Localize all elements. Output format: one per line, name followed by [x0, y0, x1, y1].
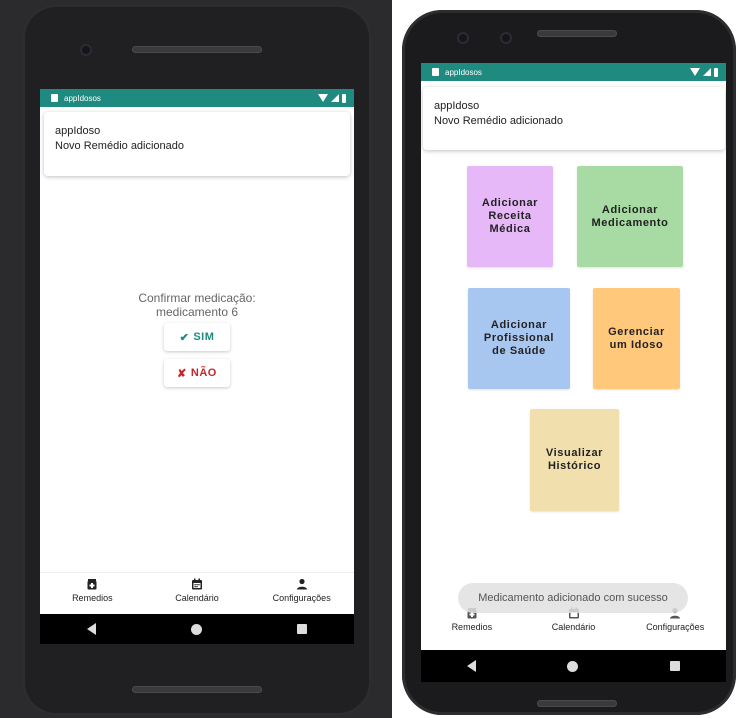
top-speaker	[537, 30, 617, 37]
home-icon[interactable]	[190, 623, 202, 635]
tile-label-receita: Adicionar Receita Médica	[481, 197, 539, 235]
notification-title: appIdoso	[434, 100, 480, 112]
recents-icon[interactable]	[296, 624, 307, 634]
notification-card[interactable]: appIdoso Novo Remédio adicionado	[423, 87, 725, 150]
nav-label-remedios: Remedios	[72, 593, 113, 603]
front-camera	[80, 44, 92, 56]
nav-label-configuracoes: Configurações	[646, 622, 705, 632]
app-icon	[51, 94, 58, 102]
confirm-line1: Confirmar medicação:	[138, 291, 256, 305]
tile-label-profissional: Adicionar Profissional de Saúde	[483, 319, 555, 357]
signal-icon	[703, 68, 711, 76]
tile-manage-elder[interactable]: Gerenciar um Idoso	[593, 288, 680, 389]
wifi-icon	[318, 94, 328, 102]
nav-remedios[interactable]: Remedios	[421, 607, 523, 650]
nav-calendario[interactable]: Calendário	[145, 578, 250, 614]
nav-label-calendario: Calendário	[175, 593, 219, 603]
screen-right: appIdosos appIdoso Novo Remédio adiciona…	[421, 63, 726, 650]
recents-icon[interactable]	[670, 661, 681, 671]
signal-icon	[331, 94, 339, 102]
calendar-icon	[192, 578, 202, 590]
confirm-no-label: NÃO	[190, 367, 217, 379]
confirm-line2: medicamento 6	[155, 305, 239, 319]
bottom-speaker	[132, 686, 262, 693]
tile-label-historico: Visualizar Histórico	[545, 447, 604, 472]
system-nav-bar	[40, 614, 354, 644]
top-speaker	[132, 46, 262, 53]
notification-title: appIdoso	[55, 125, 101, 137]
tile-add-professional[interactable]: Adicionar Profissional de Saúde	[468, 288, 570, 389]
nav-remedios[interactable]: Remedios	[40, 578, 145, 614]
nav-label-remedios: Remedios	[451, 622, 493, 632]
confirm-no-button[interactable]: ✘ NÃO	[164, 359, 230, 387]
check-icon: ✔	[179, 331, 190, 344]
tile-label-idoso: Gerenciar um Idoso	[608, 325, 665, 351]
battery-icon	[342, 93, 346, 103]
cross-icon: ✘	[177, 367, 187, 380]
confirm-prompt: Confirmar medicação: medicamento 6	[40, 291, 354, 319]
person-icon	[296, 578, 307, 590]
notification-body: Novo Remédio adicionado	[55, 140, 185, 152]
nav-label-calendario: Calendário	[551, 622, 596, 632]
notification-card[interactable]: appIdoso Novo Remédio adicionado	[44, 112, 350, 176]
back-icon[interactable]	[87, 623, 97, 635]
status-bar: appIdosos	[421, 63, 726, 81]
phone-right: appIdosos appIdoso Novo Remédio adiciona…	[402, 10, 736, 715]
tile-add-prescription[interactable]: Adicionar Receita Médica	[467, 166, 553, 267]
bottom-nav: Remedios Calendário Configurações	[40, 572, 354, 614]
screen-left: appIdosos appIdoso Novo Remédio adiciona…	[40, 89, 354, 614]
status-app-name: appIdosos	[64, 93, 101, 103]
medicine-icon	[87, 579, 97, 590]
tile-add-medication[interactable]: Adicionar Medicamento	[577, 166, 683, 267]
home-icon[interactable]	[567, 660, 579, 672]
front-sensor	[500, 32, 512, 44]
nav-label-configuracoes: Configurações	[272, 593, 331, 603]
status-bar: appIdosos	[40, 89, 354, 107]
nav-calendario[interactable]: Calendário	[523, 607, 625, 650]
phone-left: appIdosos appIdoso Novo Remédio adiciona…	[22, 4, 372, 716]
status-app-name: appIdosos	[445, 67, 482, 77]
confirm-yes-button[interactable]: ✔ SIM	[164, 323, 230, 351]
toast-message: Medicamento adicionado com sucesso	[458, 583, 688, 613]
notification-body: Novo Remédio adicionado	[434, 115, 564, 127]
front-camera	[457, 32, 469, 44]
system-nav-bar	[421, 650, 726, 682]
confirm-yes-label: SIM	[193, 331, 215, 343]
back-icon[interactable]	[466, 660, 476, 672]
battery-icon	[714, 67, 718, 77]
nav-configuracoes[interactable]: Configurações	[624, 607, 726, 650]
nav-configuracoes[interactable]: Configurações	[249, 578, 354, 614]
bottom-speaker	[537, 700, 617, 707]
tile-label-medicamento: Adicionar Medicamento	[591, 203, 669, 229]
app-icon	[432, 68, 439, 76]
tile-view-history[interactable]: Visualizar Histórico	[530, 409, 619, 511]
wifi-icon	[690, 68, 700, 76]
